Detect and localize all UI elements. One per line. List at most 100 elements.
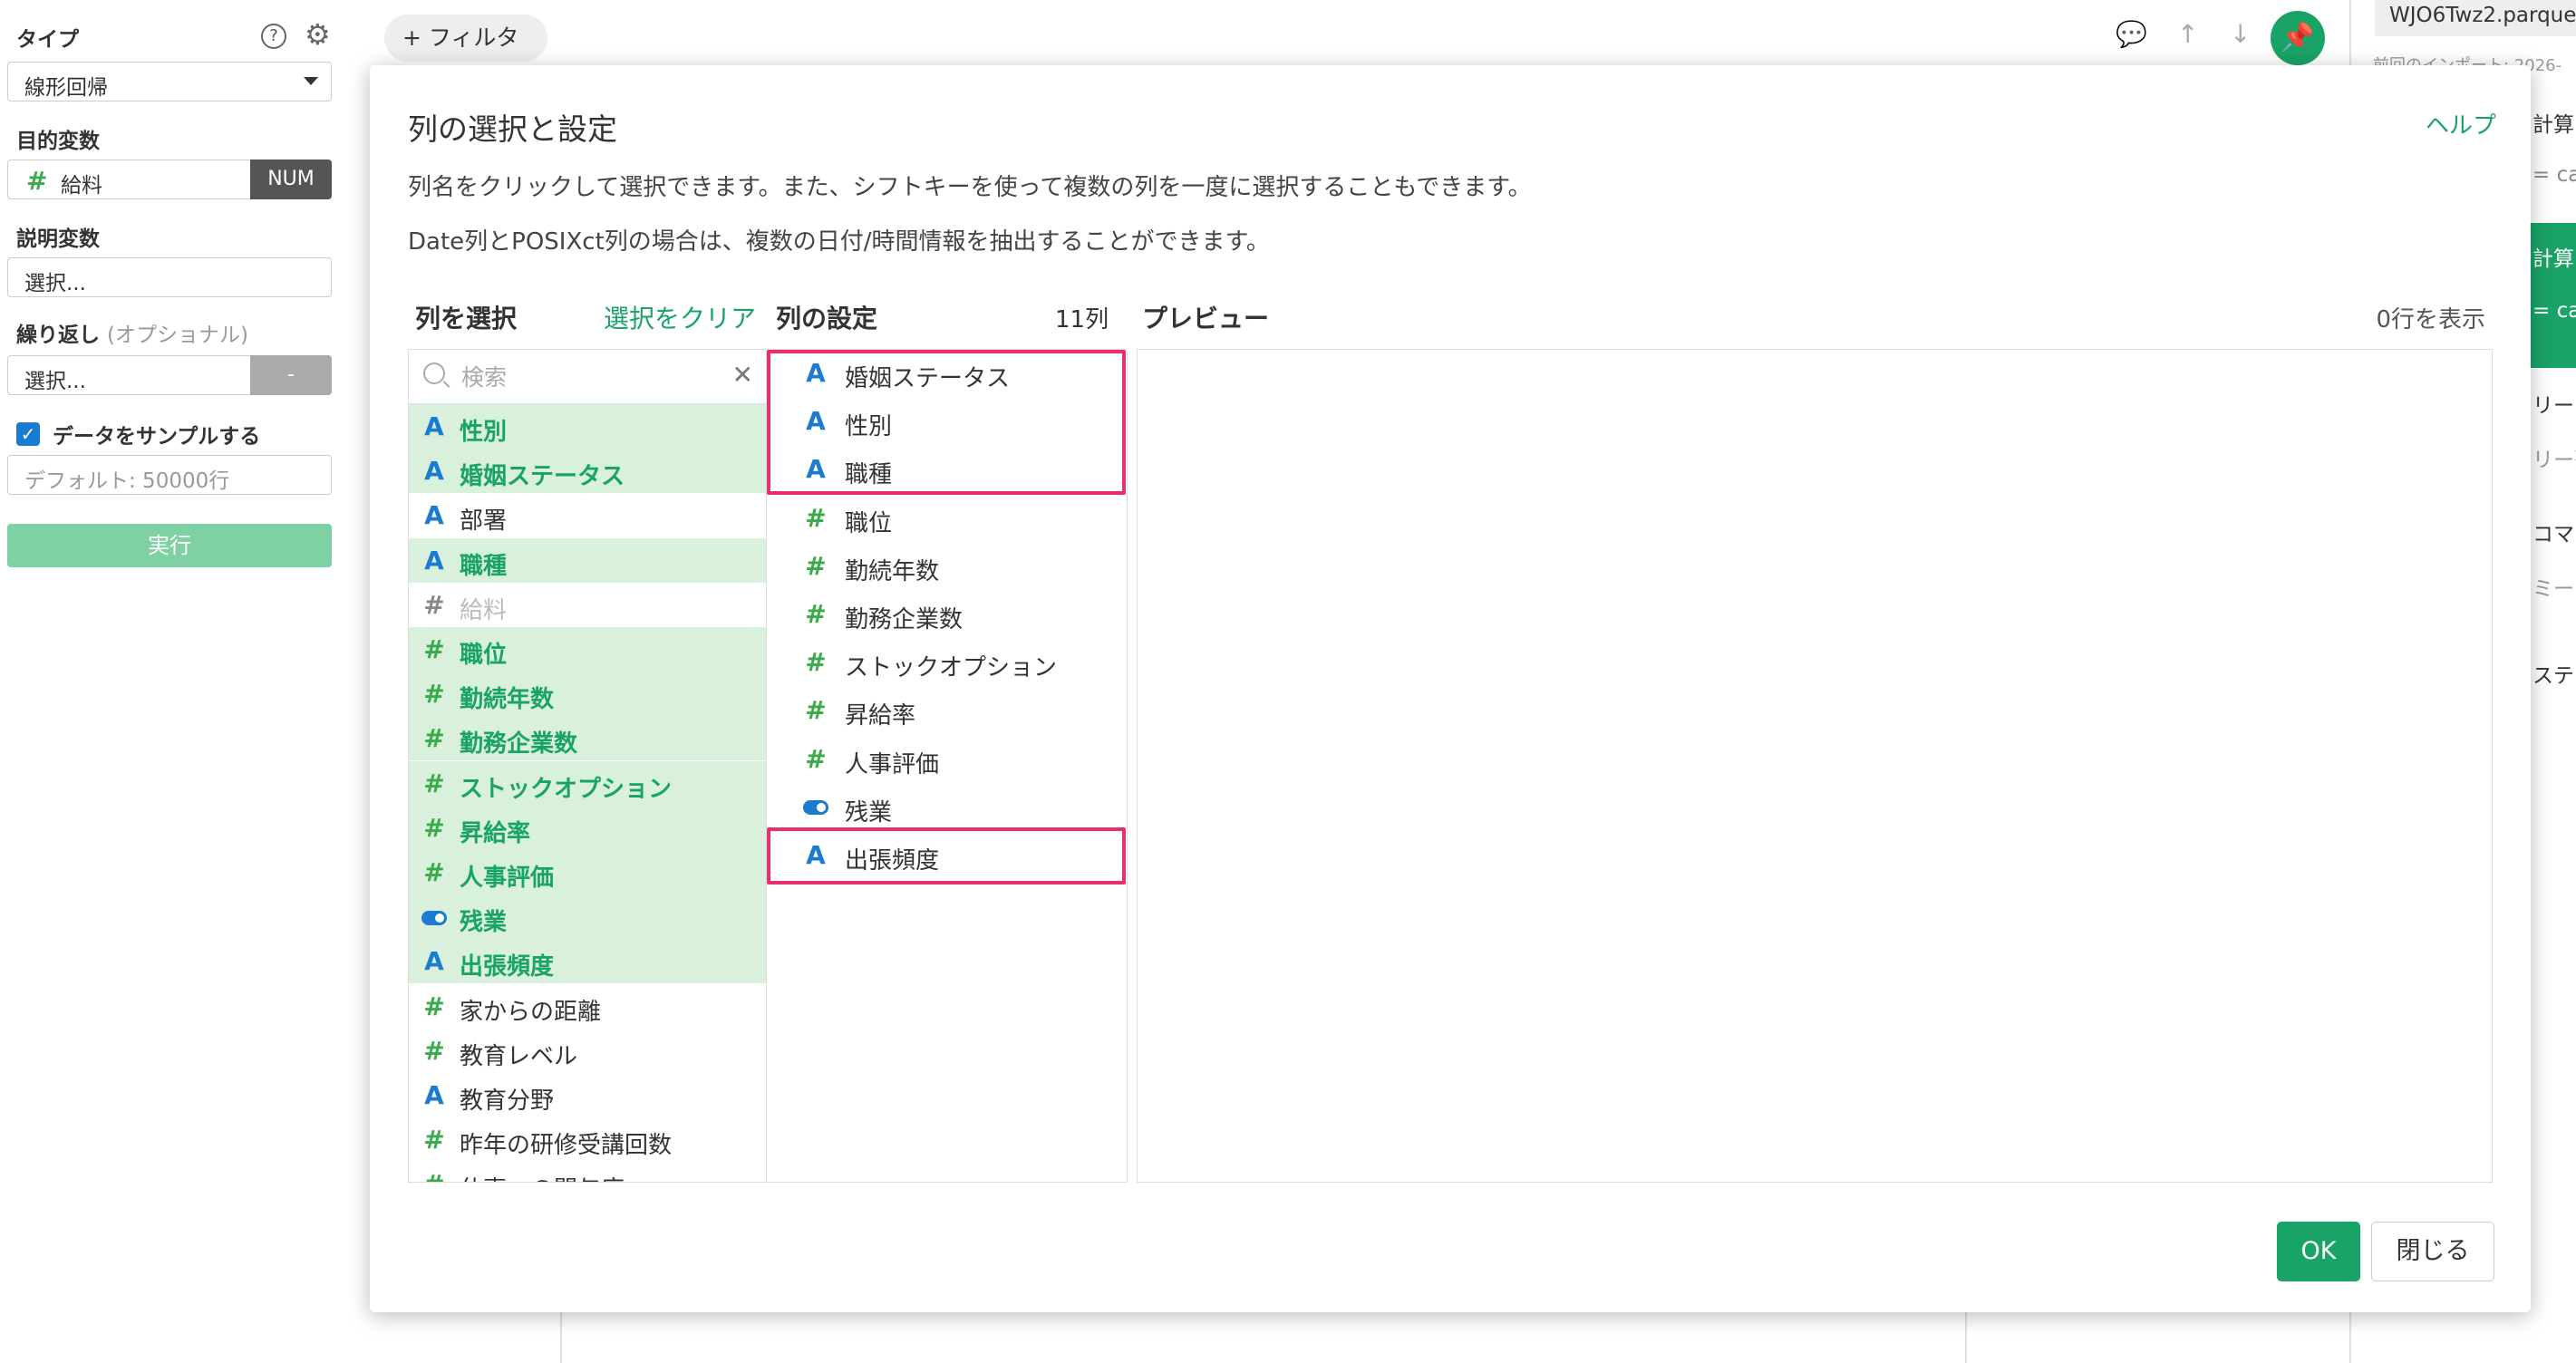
pin-icon[interactable]: 📌 (2271, 11, 2325, 65)
target-field[interactable]: # 給料 NUM (7, 160, 332, 199)
column-list-item[interactable]: # 仕事への関与度 (409, 1162, 766, 1182)
char-type-icon: A (424, 946, 444, 977)
column-list-item[interactable]: A 職種 (409, 537, 766, 583)
column-label: 職位 (460, 642, 508, 669)
comment-icon[interactable]: 💬 (2116, 20, 2147, 49)
explain-select[interactable]: 選択... (7, 257, 332, 297)
column-label: 昇給率 (460, 819, 531, 847)
step-5[interactable]: ステ (2532, 658, 2574, 689)
highlight-box (767, 350, 1126, 495)
column-list-item[interactable]: # 人事評価 (409, 850, 766, 894)
column-list-item[interactable]: A 部署 (409, 493, 766, 537)
num-type-icon: # (423, 634, 445, 664)
column-list-item[interactable]: A 教育分野 (409, 1073, 766, 1117)
char-type-icon: A (424, 456, 444, 487)
column-list-item[interactable]: # 教育レベル (409, 1029, 766, 1073)
column-label: 勤務企業数 (460, 730, 578, 759)
run-button[interactable]: 実行 (7, 524, 332, 567)
step-3-expr: リー列 (2532, 449, 2576, 472)
close-icon[interactable]: ✕ (732, 361, 753, 390)
clear-selection-link[interactable]: 選択をクリア (604, 299, 756, 335)
settings-label: 残業 (845, 798, 893, 826)
gear-icon[interactable]: ⚙ (305, 20, 331, 49)
column-list-item[interactable]: # 勤続年数 (409, 672, 766, 717)
panel-divider (560, 1312, 562, 1363)
column-list-item[interactable]: A 性別 (409, 404, 766, 449)
settings-list-item[interactable]: # 職位 (767, 495, 1126, 543)
ok-button[interactable]: OK (2277, 1222, 2360, 1281)
num-type-icon: # (423, 768, 445, 798)
download-icon[interactable]: ↓ (2230, 20, 2251, 49)
toggle-icon (421, 911, 447, 926)
settings-list-item[interactable]: # 昇給率 (767, 687, 1126, 735)
num-type-icon: # (423, 589, 445, 620)
column-label: 婚姻ステータス (460, 463, 625, 491)
repeat-select[interactable]: 選択... - (7, 355, 332, 395)
column-settings-header: 列の設定 (776, 304, 878, 334)
sample-checkbox[interactable]: ✓ (16, 422, 40, 446)
type-label: タイプ (16, 28, 79, 52)
help-link[interactable]: ヘルプ (2426, 107, 2496, 140)
settings-list-item[interactable]: # 人事評価 (767, 736, 1126, 784)
column-label: 教育分野 (460, 1088, 555, 1115)
help-icon[interactable]: ? (261, 24, 286, 49)
sample-size-input[interactable]: デフォルト: 50000行 (7, 455, 332, 495)
dialog-description-2: Date列とPOSIXct列の場合は、複数の日付/時間情報を抽出することができま… (408, 228, 1270, 256)
preview-pane (1137, 349, 2493, 1183)
search-icon (423, 362, 445, 384)
column-settings-list: A 婚姻ステータス A 性別 A 職種 # 職位 # 勤続年数 # 勤務企業数 # ストックオプション # 昇… (767, 349, 1128, 1183)
column-list-item[interactable]: # 勤務企業数 (409, 716, 766, 761)
target-value: 給料 (61, 174, 102, 198)
num-type-icon: # (805, 599, 827, 629)
select-columns-header: 列を選択 (415, 304, 518, 334)
num-type-icon: # (423, 812, 445, 843)
settings-label: 勤続年数 (845, 557, 940, 585)
step-4-expr: ミー (2532, 577, 2574, 601)
close-button[interactable]: 閉じる (2371, 1222, 2494, 1281)
column-list-item[interactable]: # 家からの距離 (409, 984, 766, 1029)
step-3[interactable]: リー (2532, 388, 2574, 419)
column-list-item[interactable]: A 出張頻度 (409, 939, 766, 984)
num-type-icon: # (423, 679, 445, 710)
settings-list-item[interactable]: # 勤続年数 (767, 543, 1126, 591)
column-label: 性別 (460, 419, 508, 446)
calc-step-2[interactable]: 計算 (2532, 241, 2574, 272)
settings-list-item[interactable]: 残業 (767, 784, 1126, 832)
column-label: 昨年の研修受講回数 (460, 1132, 673, 1160)
step-4[interactable]: コマン (2532, 517, 2576, 547)
settings-label: ストックオプション (845, 654, 1058, 682)
type-select-value: 線形回帰 (24, 76, 108, 100)
column-list-item[interactable]: # 昨年の研修受講回数 (409, 1117, 766, 1162)
sample-size-placeholder: デフォルト: 50000行 (24, 469, 230, 493)
column-label: 人事評価 (460, 865, 555, 892)
column-label: 出張頻度 (460, 953, 555, 981)
settings-label: 人事評価 (845, 750, 940, 778)
type-select[interactable]: 線形回帰 (7, 62, 332, 102)
repeat-label-text: 繰り返し (16, 324, 100, 347)
column-list-item[interactable]: # 昇給率 (409, 805, 766, 850)
column-label: 家からの距離 (460, 998, 602, 1026)
settings-list-item[interactable]: # ストックオプション (767, 639, 1126, 687)
char-type-icon: A (424, 411, 444, 441)
num-type-icon: # (423, 1035, 445, 1066)
column-list-item[interactable]: # ストックオプション (409, 760, 766, 806)
filter-button[interactable]: + フィルタ (384, 14, 547, 62)
num-type-icon: # (805, 743, 827, 774)
column-label: ストックオプション (460, 775, 673, 803)
upload-icon[interactable]: ↑ (2177, 20, 2198, 49)
num-type-icon: # (423, 857, 445, 887)
column-label: 勤続年数 (460, 686, 555, 714)
dialog-title: 列の選択と設定 (408, 111, 617, 147)
search-input[interactable] (460, 359, 704, 395)
num-type-icon: # (26, 166, 48, 196)
rows-shown: 0行を表示 (2376, 306, 2485, 334)
settings-list-item[interactable]: # 勤務企業数 (767, 591, 1126, 639)
column-list-item[interactable]: 残業 (409, 894, 766, 940)
column-list-item[interactable]: # 給料 (409, 583, 766, 627)
calc-step-1[interactable]: 計算 (2532, 107, 2574, 138)
explain-label: 説明変数 (16, 227, 100, 251)
repeat-optional: (オプショナル) (107, 324, 248, 347)
column-list-item[interactable]: # 職位 (409, 627, 766, 672)
settings-label: 職位 (845, 509, 893, 537)
column-list-item[interactable]: A 婚姻ステータス (409, 449, 766, 494)
